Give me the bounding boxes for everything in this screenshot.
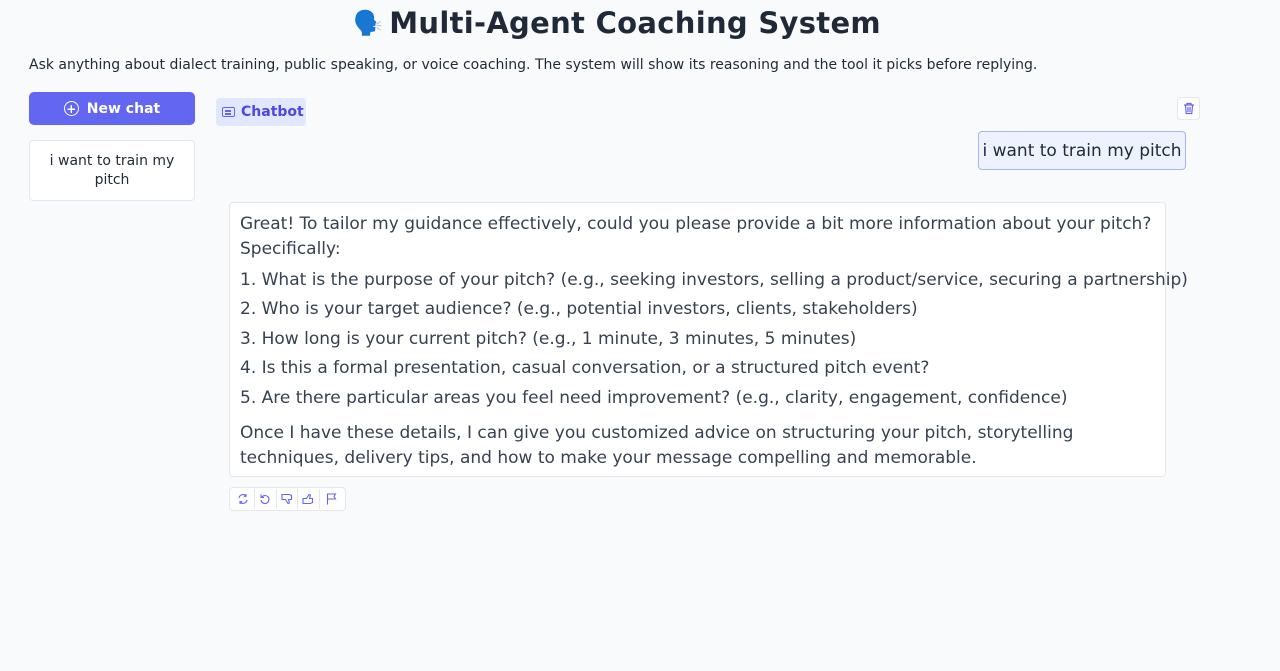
- flag-button[interactable]: [320, 489, 342, 509]
- thumbs-up-button[interactable]: [298, 489, 321, 509]
- thumbs-up-icon: [302, 493, 315, 505]
- chat-bubble-icon: [222, 107, 235, 117]
- new-chat-button[interactable]: + New chat: [29, 92, 195, 125]
- page-subtitle: Ask anything about dialect training, pub…: [29, 57, 1038, 73]
- undo-button[interactable]: [255, 489, 277, 509]
- message-actions: [229, 487, 346, 511]
- assistant-message-intro: Great! To tailor my guidance effectively…: [240, 214, 1152, 259]
- list-item: 1. What is the purpose of your pitch? (e…: [240, 270, 1188, 290]
- plus-circle-icon: +: [63, 101, 79, 116]
- thumbs-down-button[interactable]: [277, 489, 299, 509]
- chat-history-item[interactable]: i want to train my pitch: [29, 140, 195, 201]
- retry-button[interactable]: [233, 489, 255, 509]
- page-title: 🗣️ Multi-Agent Coaching System: [0, 6, 1234, 40]
- retry-icon: [237, 493, 249, 505]
- list-item: 3. How long is your current pitch? (e.g.…: [240, 328, 857, 349]
- clear-chat-button[interactable]: [1177, 97, 1200, 120]
- undo-icon: [259, 493, 271, 505]
- new-chat-label: New chat: [86, 100, 161, 117]
- user-message: i want to train my pitch: [978, 131, 1186, 170]
- assistant-message-list: 1. What is the purpose of your pitch? (e…: [240, 266, 1188, 413]
- assistant-message-outro: Once I have these details, I can give yo…: [240, 423, 1074, 469]
- assistant-message: Great! To tailor my guidance effectively…: [229, 202, 1188, 477]
- chatbot-label: Chatbot: [216, 98, 306, 126]
- flag-icon: [326, 493, 337, 505]
- thumbs-down-icon: [280, 493, 294, 505]
- chatbot-label-text: Chatbot: [241, 104, 304, 120]
- list-item: 5. Are there particular areas you feel n…: [240, 387, 1068, 408]
- list-item: 2. Who is your target audience? (e.g., p…: [240, 299, 918, 320]
- speaking-head-icon: 🗣️: [353, 9, 384, 37]
- list-item: 4. Is this a formal presentation, casual…: [240, 358, 930, 379]
- page-title-text: Multi-Agent Coaching System: [389, 6, 881, 40]
- trash-icon: [1183, 102, 1195, 115]
